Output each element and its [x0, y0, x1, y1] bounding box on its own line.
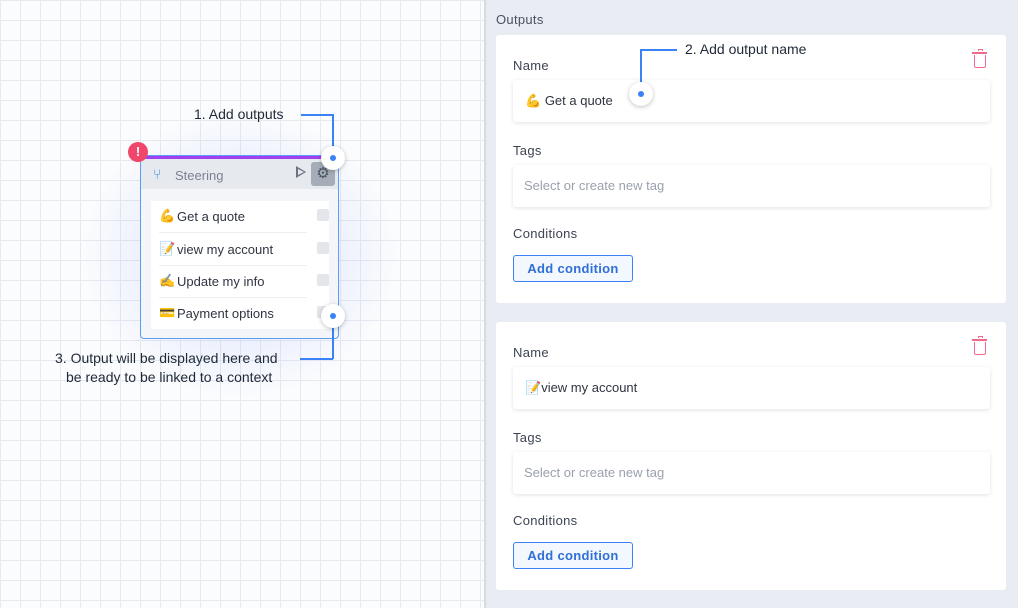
- output-handle[interactable]: [317, 209, 329, 221]
- steering-icon: ⑂: [153, 166, 162, 182]
- panel-title: Outputs: [496, 12, 544, 27]
- name-label: Name: [513, 58, 549, 73]
- trash-icon[interactable]: [972, 336, 987, 355]
- output-name-input[interactable]: 💪 Get a quote: [513, 80, 990, 122]
- output-card: Name 💪 Get a quote Tags Select or create…: [496, 35, 1006, 303]
- tags-label: Tags: [513, 430, 542, 445]
- node-output-row[interactable]: 💳 Payment options: [159, 298, 329, 330]
- callout-pin: [321, 304, 345, 328]
- callout-line: [640, 49, 677, 51]
- memo-icon: 📝: [159, 241, 176, 256]
- callout-add-outputs: 1. Add outputs: [194, 106, 284, 122]
- credit-card-icon: 💳: [159, 305, 176, 320]
- node-output-label: Update my info: [177, 274, 265, 289]
- add-condition-button[interactable]: Add condition: [513, 255, 633, 282]
- node-output-label: view my account: [177, 242, 274, 257]
- tags-placeholder: Select or create new tag: [524, 465, 665, 480]
- warning-icon[interactable]: !: [128, 142, 148, 162]
- name-label: Name: [513, 345, 549, 360]
- node-header[interactable]: ⑂ Steering ⚙: [141, 159, 338, 189]
- callout-output-display-2: be ready to be linked to a context: [66, 369, 273, 385]
- flow-canvas[interactable]: ⑂ Steering ⚙ 💪 Get a quote 📝 view my acc…: [0, 0, 484, 608]
- memo-icon: 📝: [525, 380, 542, 395]
- callout-pin: [321, 146, 345, 170]
- tags-input[interactable]: Select or create new tag: [513, 165, 990, 207]
- writing-hand-icon: ✍️: [159, 273, 176, 288]
- tags-placeholder: Select or create new tag: [524, 178, 665, 193]
- trash-icon[interactable]: [972, 49, 987, 68]
- callout-output-display-1: 3. Output will be displayed here and: [55, 350, 278, 366]
- node-output-label: Payment options: [177, 306, 274, 321]
- node-output-row[interactable]: 📝 view my account: [159, 234, 329, 266]
- node-output-row[interactable]: 💪 Get a quote: [159, 201, 329, 233]
- name-value: 📝view my account: [525, 380, 638, 395]
- node-output-row[interactable]: ✍️ Update my info: [159, 266, 329, 298]
- callout-add-output-name: 2. Add output name: [685, 41, 807, 57]
- conditions-label: Conditions: [513, 226, 578, 241]
- name-value: 💪 Get a quote: [525, 93, 613, 108]
- callout-line: [301, 114, 333, 116]
- output-handle[interactable]: [317, 242, 329, 254]
- conditions-label: Conditions: [513, 513, 578, 528]
- output-name-input[interactable]: 📝view my account: [513, 367, 990, 409]
- node-output-label: Get a quote: [177, 209, 245, 224]
- steering-node[interactable]: ⑂ Steering ⚙ 💪 Get a quote 📝 view my acc…: [140, 155, 339, 339]
- outputs-panel: Outputs Name 💪 Get a quote Tags Select o…: [486, 0, 1018, 608]
- row-divider: [159, 232, 307, 233]
- add-condition-button[interactable]: Add condition: [513, 542, 633, 569]
- tags-label: Tags: [513, 143, 542, 158]
- callout-pin: [629, 82, 653, 106]
- play-icon[interactable]: [296, 166, 306, 178]
- tags-input[interactable]: Select or create new tag: [513, 452, 990, 494]
- callout-line: [300, 358, 333, 360]
- output-handle[interactable]: [317, 274, 329, 286]
- flexed-biceps-icon: 💪: [525, 93, 542, 108]
- flexed-biceps-icon: 💪: [159, 208, 176, 223]
- output-card: Name 📝view my account Tags Select or cre…: [496, 322, 1006, 590]
- node-outputs-list: 💪 Get a quote 📝 view my account ✍️ Updat…: [151, 201, 329, 329]
- node-title: Steering: [175, 168, 224, 183]
